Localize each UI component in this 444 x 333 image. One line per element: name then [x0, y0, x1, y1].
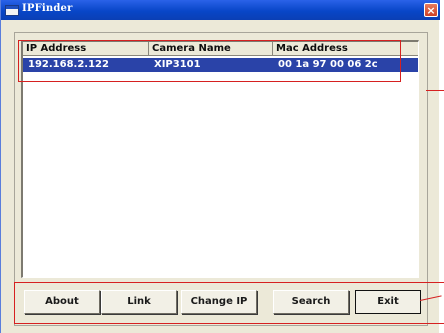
app-window-icon [5, 5, 19, 16]
close-button[interactable]: × [424, 3, 438, 17]
annotation-leader-line-list [426, 90, 444, 91]
window-title: IPFinder [22, 3, 73, 14]
title-bar[interactable]: IPFinder × [1, 0, 440, 20]
annotation-box-list [18, 40, 401, 82]
annotation-box-buttons [14, 282, 444, 324]
